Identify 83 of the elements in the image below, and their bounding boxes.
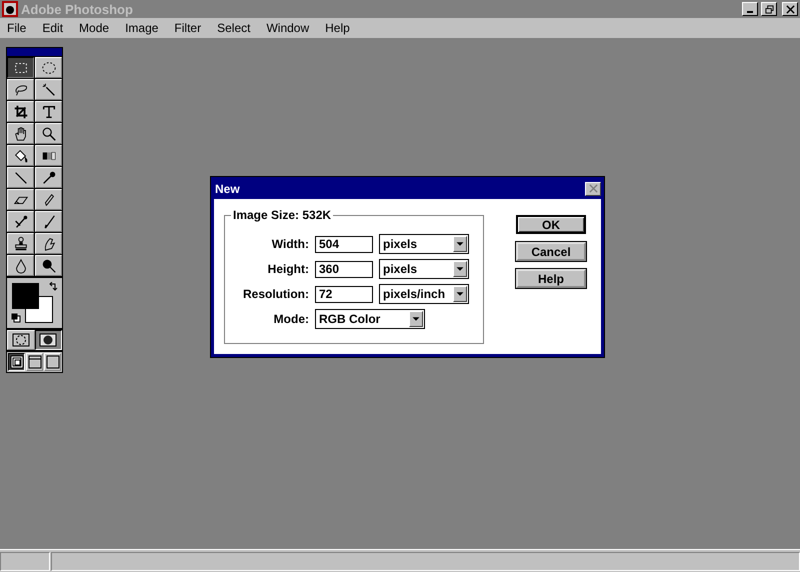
quick-mask-icon xyxy=(38,332,58,348)
dialog-title: New xyxy=(215,182,240,196)
dialog-button[interactable]: OK xyxy=(516,215,586,234)
field-label: Height: xyxy=(266,262,309,276)
magnifier-icon xyxy=(40,126,56,142)
field-label: Resolution: xyxy=(242,287,309,301)
paint-bucket-tool[interactable] xyxy=(7,145,34,166)
dialog-button[interactable]: Cancel xyxy=(516,242,586,261)
rectangle-marquee-tool[interactable] xyxy=(7,57,34,78)
line-tool[interactable] xyxy=(7,167,34,188)
unit-dropdown[interactable]: pixels/inch xyxy=(379,284,469,304)
gradient-tool[interactable] xyxy=(35,145,62,166)
full-screen-icon xyxy=(46,355,60,369)
mode-value: RGB Color xyxy=(319,312,380,326)
rubber-stamp-tool[interactable] xyxy=(7,233,34,254)
menu-item[interactable]: Window xyxy=(261,21,314,35)
type-tool[interactable] xyxy=(35,101,62,122)
color-swatches-drawing[interactable] xyxy=(12,283,53,323)
quick-mask-button[interactable] xyxy=(34,330,62,350)
minimize-icon xyxy=(747,10,753,12)
ellipse-marquee-icon xyxy=(40,60,56,76)
standard-mode-icon xyxy=(10,332,31,348)
close-button[interactable] xyxy=(782,2,798,16)
restore-button[interactable] xyxy=(761,2,777,16)
input-field[interactable]: 504 xyxy=(315,236,373,252)
unit-dropdown[interactable]: pixels xyxy=(379,234,469,254)
unit-value: pixels xyxy=(383,237,418,251)
smudge-tool[interactable] xyxy=(35,233,62,254)
full-screen-menu-button[interactable] xyxy=(26,353,43,371)
unit-value: pixels/inch xyxy=(383,287,446,301)
rubber-stamp-icon xyxy=(12,236,28,252)
lasso-tool[interactable] xyxy=(7,79,34,100)
drop-tool[interactable] xyxy=(7,255,34,276)
airbrush-tool[interactable] xyxy=(7,211,34,232)
restore-icon xyxy=(764,4,774,14)
standard-screen-icon xyxy=(10,355,24,369)
paintbrush-tool[interactable] xyxy=(35,211,62,232)
magic-wand-tool[interactable] xyxy=(35,79,62,100)
menu-item[interactable]: File xyxy=(2,21,32,35)
pencil-tool[interactable] xyxy=(35,189,62,210)
menu-item[interactable]: Filter xyxy=(169,21,206,35)
hand-icon xyxy=(12,126,28,142)
full-screen-button[interactable] xyxy=(44,353,61,371)
airbrush-icon xyxy=(12,214,28,230)
standard-screen-button[interactable] xyxy=(8,353,25,371)
unit-dropdown[interactable]: pixels xyxy=(379,259,469,279)
swap-colors-icon[interactable] xyxy=(48,282,58,292)
crop-icon xyxy=(12,104,28,120)
hand-tool[interactable] xyxy=(7,123,34,144)
standard-mode-button[interactable] xyxy=(7,330,34,350)
window-title: Adobe Photoshop xyxy=(21,2,133,16)
mode-dropdown[interactable]: RGB Color xyxy=(315,309,425,329)
dodge-icon xyxy=(40,258,56,274)
magic-wand-icon xyxy=(40,82,56,98)
magnifier-tool[interactable] xyxy=(35,123,62,144)
group-label: Image Size: 532K xyxy=(231,208,334,222)
close-icon xyxy=(786,4,794,14)
eraser-tool[interactable] xyxy=(7,189,34,210)
full-screen-menu-icon xyxy=(28,355,42,369)
app-icon[interactable] xyxy=(2,1,18,17)
close-icon xyxy=(588,184,598,193)
ellipse-marquee-tool[interactable] xyxy=(35,57,62,78)
menu-item[interactable]: Help xyxy=(320,21,355,35)
line-icon xyxy=(12,170,28,186)
menu-item[interactable]: Edit xyxy=(37,21,68,35)
close-button[interactable] xyxy=(585,182,601,196)
type-icon xyxy=(40,104,56,120)
field-label: Mode: xyxy=(272,312,309,326)
eyedropper-icon xyxy=(40,170,56,186)
field-label: Width: xyxy=(270,237,309,251)
menu-item[interactable]: Select xyxy=(212,21,256,35)
unit-value: pixels xyxy=(383,262,418,276)
input-field[interactable]: 72 xyxy=(315,286,373,302)
eyedropper-tool[interactable] xyxy=(35,167,62,188)
crop-tool[interactable] xyxy=(7,101,34,122)
input-field[interactable]: 360 xyxy=(315,260,373,278)
paint-bucket-icon xyxy=(12,148,28,164)
minimize-button[interactable] xyxy=(742,2,758,16)
dodge-tool[interactable] xyxy=(35,255,62,276)
default-colors-icon[interactable] xyxy=(11,313,21,323)
menu-item[interactable]: Mode xyxy=(74,21,114,35)
menu-item[interactable]: Image xyxy=(120,21,164,35)
dialog-button[interactable]: Help xyxy=(516,269,586,288)
